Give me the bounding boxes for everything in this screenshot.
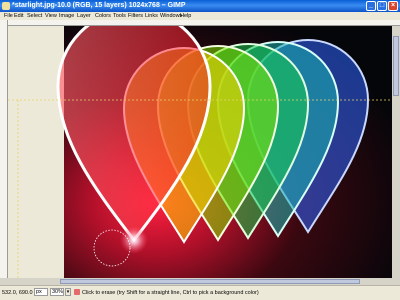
- vertical-ruler[interactable]: [0, 20, 8, 278]
- close-button[interactable]: ×: [388, 1, 398, 11]
- cancel-icon[interactable]: [74, 289, 80, 295]
- status-hint: Click to erase (try Shift for a straight…: [82, 290, 259, 296]
- menu-bar: File Edit Select View Image Layer Colors…: [0, 12, 400, 20]
- menu-tools[interactable]: Tools: [113, 12, 126, 20]
- menu-layer[interactable]: Layer: [77, 12, 91, 20]
- pointer-coordinates: 532.0, 690.0: [2, 290, 33, 296]
- image-canvas-area[interactable]: [8, 26, 392, 278]
- zoom-selector[interactable]: 30%: [50, 288, 64, 296]
- horizontal-scroll-thumb[interactable]: [60, 279, 360, 284]
- vertical-scrollbar[interactable]: [392, 26, 400, 278]
- window-title: *starlight.jpg-10.0 (RGB, 15 layers) 102…: [12, 2, 186, 9]
- lens-flare: [120, 226, 148, 254]
- menu-filters[interactable]: Filters: [128, 12, 143, 20]
- horizontal-scrollbar[interactable]: [0, 278, 400, 285]
- menu-links[interactable]: Links: [145, 12, 158, 20]
- menu-select[interactable]: Select: [27, 12, 42, 20]
- status-bar: 532.0, 690.0 px 30% ▾ Click to erase (tr…: [0, 285, 400, 300]
- image-canvas[interactable]: [8, 26, 392, 278]
- chevron-down-icon[interactable]: ▾: [65, 288, 71, 296]
- menu-view[interactable]: View: [45, 12, 57, 20]
- menu-edit[interactable]: Edit: [14, 12, 23, 20]
- title-bar: *starlight.jpg-10.0 (RGB, 15 layers) 102…: [0, 0, 400, 12]
- menu-colors[interactable]: Colors: [95, 12, 111, 20]
- vertical-scroll-thumb[interactable]: [393, 36, 399, 96]
- menu-help[interactable]: Help: [180, 12, 191, 20]
- menu-image[interactable]: Image: [59, 12, 74, 20]
- maximize-button[interactable]: □: [377, 1, 387, 11]
- menu-windows[interactable]: Windows: [160, 12, 182, 20]
- menu-file[interactable]: File: [4, 12, 13, 20]
- gimp-app-icon: [2, 2, 10, 10]
- minimize-button[interactable]: _: [366, 1, 376, 11]
- unit-selector[interactable]: px: [34, 288, 48, 296]
